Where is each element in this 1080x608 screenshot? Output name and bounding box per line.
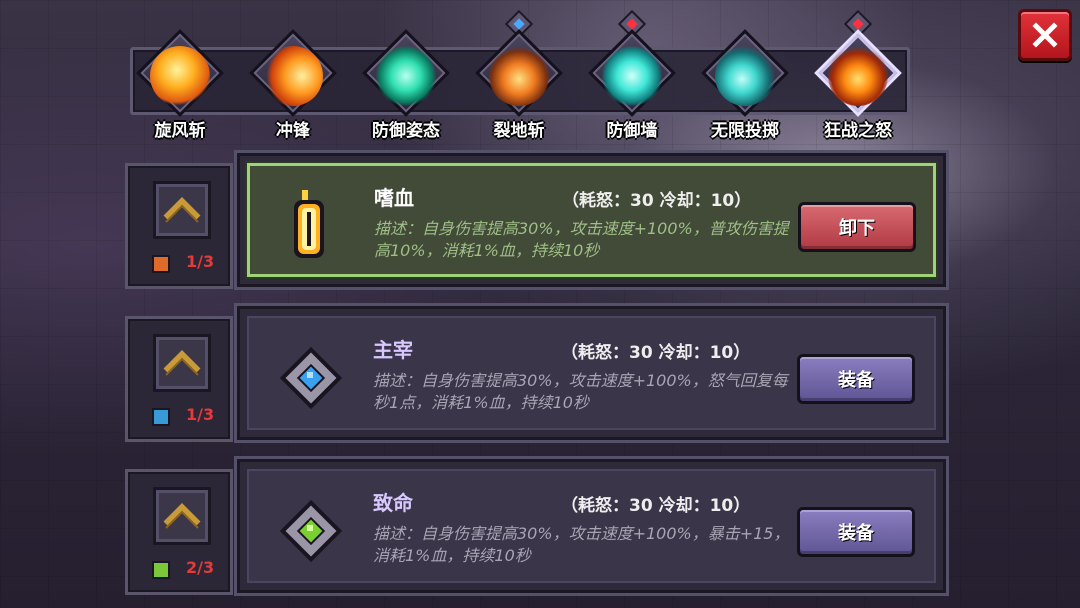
shield-icon xyxy=(376,46,436,106)
book-green-icon xyxy=(152,561,170,579)
bloodthirst-icon xyxy=(272,186,352,266)
talent-description: 描述：自身伤害提高30%，攻击速度+100%，普攻伤害提高10%，消耗1%血，持… xyxy=(374,219,789,260)
chevron-up-icon xyxy=(163,197,201,223)
upgrade-button[interactable] xyxy=(153,487,211,545)
skill-label: 防御姿态 xyxy=(372,121,440,141)
skill-label: 冲锋 xyxy=(276,121,310,141)
skill-slot-ground-slash[interactable]: 裂地斩 xyxy=(464,9,574,142)
talent-cost: （耗怒：30 冷却：10） xyxy=(562,191,752,211)
skill-slot-defense-wall[interactable]: 防御墙 xyxy=(577,9,687,142)
talent-card-inner: 嗜血 （耗怒：30 冷却：10） 描述：自身伤害提高30%，攻击速度+100%，… xyxy=(247,163,936,277)
book-blue-icon xyxy=(152,408,170,426)
talent-card-lethal[interactable]: 致命 （耗怒：30 冷却：10） 描述：自身伤害提高30%，攻击速度+100%，… xyxy=(234,456,949,596)
talent-cost: （耗怒：30 冷却：10） xyxy=(561,496,751,516)
talent-card-dominate[interactable]: 主宰 （耗怒：30 冷却：10） 描述：自身伤害提高30%，攻击速度+100%，… xyxy=(234,303,949,443)
equip-button[interactable]: 装备 xyxy=(797,354,915,404)
skill-slot-berserk-rage[interactable]: 狂战之怒 xyxy=(803,9,913,142)
whirlwind-icon xyxy=(150,46,210,106)
talent-card-inner: 主宰 （耗怒：30 冷却：10） 描述：自身伤害提高30%，攻击速度+100%，… xyxy=(247,316,936,430)
talent-cost: （耗怒：30 冷却：10） xyxy=(561,343,751,363)
book-red-icon xyxy=(152,255,170,273)
talent-description: 描述：自身伤害提高30%，攻击速度+100%，怒气回复每秒1点，消耗1%血，持续… xyxy=(373,371,788,412)
talent-name: 主宰 xyxy=(373,338,413,362)
upgrade-button[interactable] xyxy=(153,334,211,392)
skill-slot-whirlwind[interactable]: 旋风斩 xyxy=(125,29,235,142)
green-gem-icon xyxy=(271,491,351,571)
equip-button[interactable]: 装备 xyxy=(797,507,915,557)
skill-label: 旋风斩 xyxy=(154,121,206,141)
unequip-button[interactable]: 卸下 xyxy=(798,202,916,252)
charge-icon xyxy=(263,46,323,106)
talent-card-inner: 致命 （耗怒：30 冷却：10） 描述：自身伤害提高30%，攻击速度+100%，… xyxy=(247,469,936,583)
skill-label: 裂地斩 xyxy=(493,121,545,141)
chevron-up-icon xyxy=(163,350,201,376)
upgrade-level: 1/3 xyxy=(186,252,215,271)
skill-label: 狂战之怒 xyxy=(824,121,892,141)
talent-description: 描述：自身伤害提高30%，攻击速度+100%，暴击+15，消耗1%血，持续10秒 xyxy=(373,524,790,565)
upgrade-level: 1/3 xyxy=(186,405,215,424)
upgrade-level: 2/3 xyxy=(186,558,215,577)
wall-icon xyxy=(602,46,662,106)
close-icon xyxy=(1032,22,1058,48)
skill-slot-defense-stance[interactable]: 防御姿态 xyxy=(351,29,461,142)
skill-slot-charge[interactable]: 冲锋 xyxy=(238,29,348,142)
chevron-up-icon xyxy=(163,503,201,529)
upgrade-button[interactable] xyxy=(153,181,211,239)
talent-name: 嗜血 xyxy=(374,186,414,210)
upgrade-panel-3: 2/3 xyxy=(125,469,233,595)
skill-label: 无限投掷 xyxy=(711,121,779,141)
upgrade-panel-2: 1/3 xyxy=(125,316,233,442)
skill-label: 防御墙 xyxy=(606,121,658,141)
talent-card-bloodthirst[interactable]: 嗜血 （耗怒：30 冷却：10） 描述：自身伤害提高30%，攻击速度+100%，… xyxy=(234,150,949,290)
talent-name: 致命 xyxy=(373,491,413,515)
skill-slot-infinite-throw[interactable]: 无限投掷 xyxy=(690,29,800,142)
blue-gem-icon xyxy=(271,338,351,418)
close-button[interactable] xyxy=(1018,9,1072,61)
throw-icon xyxy=(715,46,775,106)
ground-slash-icon xyxy=(489,46,549,106)
upgrade-panel-1: 1/3 xyxy=(125,163,233,289)
rage-icon xyxy=(828,46,888,106)
